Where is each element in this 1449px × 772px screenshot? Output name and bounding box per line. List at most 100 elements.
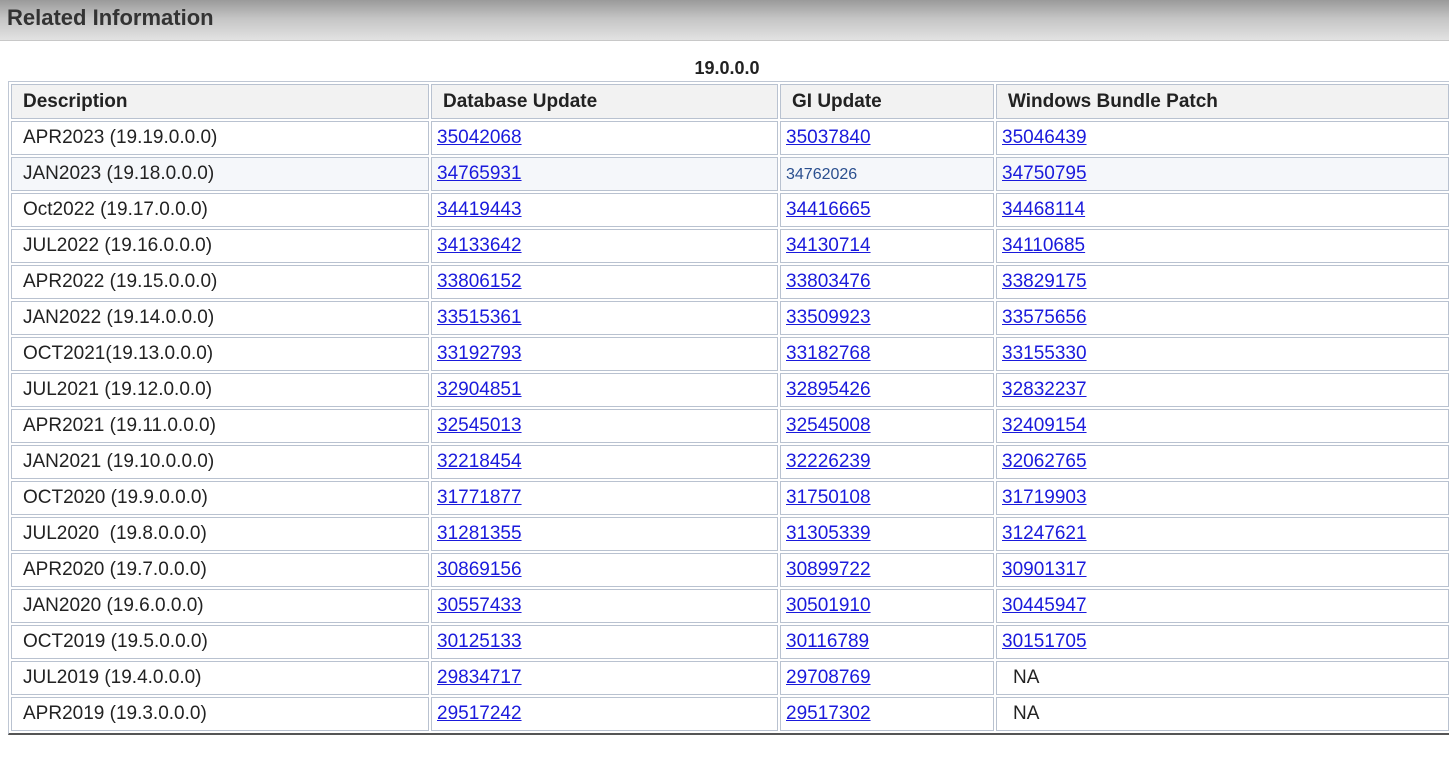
cell-windows-bundle-patch: 33155330 xyxy=(996,337,1449,371)
cell-description: APR2020 (19.7.0.0.0) xyxy=(11,553,429,587)
patch-link-windows-bundle-patch[interactable]: 32832237 xyxy=(1002,379,1087,400)
table-row: JAN2021 (19.10.0.0.0) 32218454 32226239 320… xyxy=(11,445,1449,479)
patch-link-database-update[interactable]: 32545013 xyxy=(437,415,522,436)
patch-link-gi-update[interactable]: 34762026 xyxy=(786,166,857,183)
cell-database-update: 31771877 xyxy=(431,481,778,515)
patch-link-windows-bundle-patch[interactable]: 30151705 xyxy=(1002,631,1087,652)
patch-link-database-update[interactable]: 32218454 xyxy=(437,451,522,472)
table-row: OCT2020 (19.9.0.0.0) 31771877 31750108 3171… xyxy=(11,481,1449,515)
cell-gi-update: 33182768 xyxy=(780,337,994,371)
cell-description: OCT2019 (19.5.0.0.0) xyxy=(11,625,429,659)
cell-description: JUL2021 (19.12.0.0.0) xyxy=(11,373,429,407)
patch-link-database-update[interactable]: 34133642 xyxy=(437,235,522,256)
section-header: Related Information xyxy=(0,0,1449,41)
patch-link-database-update[interactable]: 29517242 xyxy=(437,703,522,724)
cell-windows-bundle-patch: 34468114 xyxy=(996,193,1449,227)
cell-database-update: 32904851 xyxy=(431,373,778,407)
patch-link-gi-update[interactable]: 30116789 xyxy=(786,631,869,652)
patch-link-windows-bundle-patch[interactable]: 32409154 xyxy=(1002,415,1087,436)
cell-description: JUL2019 (19.4.0.0.0) xyxy=(11,661,429,695)
column-header-database-update: Database Update xyxy=(431,84,778,119)
patch-link-windows-bundle-patch[interactable]: 32062765 xyxy=(1002,451,1087,472)
patch-link-gi-update[interactable]: 32895426 xyxy=(786,379,871,400)
patch-link-database-update[interactable]: 31281355 xyxy=(437,523,522,544)
patch-link-database-update[interactable]: 30557433 xyxy=(437,595,522,616)
patch-link-windows-bundle-patch[interactable]: 34750795 xyxy=(1002,163,1087,184)
cell-database-update: 32218454 xyxy=(431,445,778,479)
patch-link-gi-update[interactable]: 32545008 xyxy=(786,415,871,436)
patch-link-windows-bundle-patch[interactable]: 33829175 xyxy=(1002,271,1087,292)
patch-link-gi-update[interactable]: 31305339 xyxy=(786,523,871,544)
table-row: APR2020 (19.7.0.0.0) 30869156 30899722 3090… xyxy=(11,553,1449,587)
patch-link-gi-update[interactable]: 34130714 xyxy=(786,235,871,256)
cell-gi-update: 32226239 xyxy=(780,445,994,479)
patch-link-windows-bundle-patch[interactable]: 33155330 xyxy=(1002,343,1087,364)
cell-gi-update: 34762026 xyxy=(780,157,994,191)
patch-link-windows-bundle-patch[interactable]: 31719903 xyxy=(1002,487,1087,508)
table-row: JUL2019 (19.4.0.0.0) 29834717 29708769 NA xyxy=(11,661,1449,695)
patch-table-container: 19.0.0.0 Description Database Update GI … xyxy=(8,53,1449,735)
cell-description: APR2021 (19.11.0.0.0) xyxy=(11,409,429,443)
cell-gi-update: 31750108 xyxy=(780,481,994,515)
patch-link-database-update[interactable]: 30125133 xyxy=(437,631,522,652)
patch-link-gi-update[interactable]: 30501910 xyxy=(786,595,871,616)
patch-link-database-update[interactable]: 32904851 xyxy=(437,379,522,400)
table-caption: 19.0.0.0 xyxy=(694,58,760,78)
patch-link-database-update[interactable]: 34419443 xyxy=(437,199,522,220)
cell-gi-update: 30899722 xyxy=(780,553,994,587)
patch-link-gi-update[interactable]: 35037840 xyxy=(786,127,871,148)
cell-description: OCT2020 (19.9.0.0.0) xyxy=(11,481,429,515)
patch-link-gi-update[interactable]: 33182768 xyxy=(786,343,871,364)
patch-link-gi-update[interactable]: 33803476 xyxy=(786,271,871,292)
cell-database-update: 31281355 xyxy=(431,517,778,551)
table-row: Oct2022 (19.17.0.0.0) 34419443 34416665 344… xyxy=(11,193,1449,227)
patch-link-database-update[interactable]: 33806152 xyxy=(437,271,522,292)
cell-description: JAN2021 (19.10.0.0.0) xyxy=(11,445,429,479)
patch-link-gi-update[interactable]: 34416665 xyxy=(786,199,871,220)
patch-link-gi-update[interactable]: 29708769 xyxy=(786,667,871,688)
cell-gi-update: 29708769 xyxy=(780,661,994,695)
cell-database-update: 30125133 xyxy=(431,625,778,659)
cell-description: JAN2022 (19.14.0.0.0) xyxy=(11,301,429,335)
patch-link-database-update[interactable]: 31771877 xyxy=(437,487,522,508)
patch-link-gi-update[interactable]: 33509923 xyxy=(786,307,871,328)
patch-link-windows-bundle-patch[interactable]: 34110685 xyxy=(1002,235,1085,256)
cell-database-update: 32545013 xyxy=(431,409,778,443)
patch-link-database-update[interactable]: 30869156 xyxy=(437,559,522,580)
patch-link-database-update[interactable]: 35042068 xyxy=(437,127,522,148)
patch-link-windows-bundle-patch[interactable]: 31247621 xyxy=(1002,523,1087,544)
cell-windows-bundle-patch: 33829175 xyxy=(996,265,1449,299)
table-row: APR2021 (19.11.0.0.0) 32545013 32545008 324… xyxy=(11,409,1449,443)
table-row: OCT2021(19.13.0.0.0) 33192793 33182768 3315… xyxy=(11,337,1449,371)
patch-link-windows-bundle-patch[interactable]: 30901317 xyxy=(1002,559,1087,580)
cell-windows-bundle-patch: 35046439 xyxy=(996,121,1449,155)
cell-windows-bundle-patch: NA xyxy=(996,661,1449,695)
cell-database-update: 34419443 xyxy=(431,193,778,227)
patch-link-database-update[interactable]: 34765931 xyxy=(437,163,522,184)
patch-link-gi-update[interactable]: 29517302 xyxy=(786,703,871,724)
cell-description: JUL2020 (19.8.0.0.0) xyxy=(11,517,429,551)
cell-windows-bundle-patch: 34110685 xyxy=(996,229,1449,263)
patch-link-windows-bundle-patch[interactable]: 35046439 xyxy=(1002,127,1087,148)
cell-database-update: 30869156 xyxy=(431,553,778,587)
patch-link-gi-update[interactable]: 32226239 xyxy=(786,451,871,472)
cell-gi-update: 35037840 xyxy=(780,121,994,155)
table-row: APR2019 (19.3.0.0.0) 29517242 29517302 NA xyxy=(11,697,1449,731)
patch-link-database-update[interactable]: 33515361 xyxy=(437,307,522,328)
column-header-windows-bundle-patch: Windows Bundle Patch xyxy=(996,84,1449,119)
patch-link-database-update[interactable]: 29834717 xyxy=(437,667,522,688)
patch-link-windows-bundle-patch[interactable]: 34468114 xyxy=(1002,199,1085,220)
patch-link-gi-update[interactable]: 31750108 xyxy=(786,487,871,508)
column-header-gi-update: GI Update xyxy=(780,84,994,119)
cell-windows-bundle-patch: 33575656 xyxy=(996,301,1449,335)
patch-link-windows-bundle-patch[interactable]: 30445947 xyxy=(1002,595,1087,616)
cell-gi-update: 33509923 xyxy=(780,301,994,335)
table-row: APR2023 (19.19.0.0.0) 35042068 35037840 350… xyxy=(11,121,1449,155)
patch-link-windows-bundle-patch[interactable]: 33575656 xyxy=(1002,307,1087,328)
table-row: JUL2020 (19.8.0.0.0) 31281355 31305339 3124… xyxy=(11,517,1449,551)
patch-link-gi-update[interactable]: 30899722 xyxy=(786,559,871,580)
patch-link-database-update[interactable]: 33192793 xyxy=(437,343,522,364)
table-row: OCT2019 (19.5.0.0.0) 30125133 30116789 3015… xyxy=(11,625,1449,659)
cell-gi-update: 29517302 xyxy=(780,697,994,731)
cell-description: APR2019 (19.3.0.0.0) xyxy=(11,697,429,731)
